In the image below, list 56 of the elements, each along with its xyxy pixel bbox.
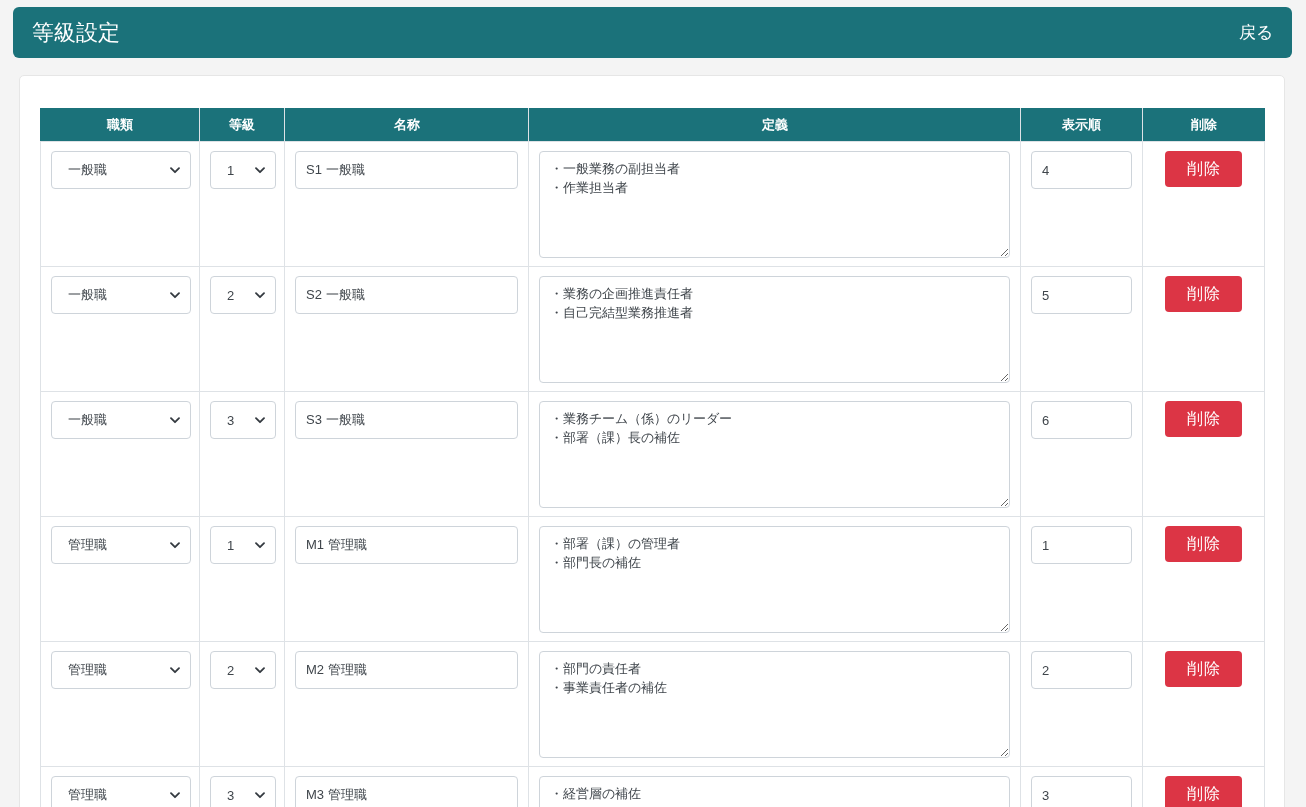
column-header: 削除 — [1142, 108, 1265, 142]
name-field[interactable]: M1 管理職 — [295, 526, 518, 564]
name-field[interactable]: M2 管理職 — [295, 651, 518, 689]
display-order-field[interactable]: 5 — [1031, 276, 1132, 314]
chevron-down-icon — [170, 166, 180, 174]
delete-button[interactable]: 削除 — [1165, 651, 1242, 687]
display-order-field[interactable]: 3 — [1031, 776, 1132, 807]
chevron-down-icon — [255, 791, 265, 799]
chevron-down-icon — [170, 291, 180, 299]
chevron-down-icon — [170, 791, 180, 799]
grade-select[interactable]: 3 — [210, 401, 276, 439]
definition-field[interactable]: ・部署（課）の管理者 ・部門長の補佐 — [539, 526, 1010, 633]
name-field[interactable]: S1 一般職 — [295, 151, 518, 189]
job-type-select[interactable]: 一般職 — [51, 151, 191, 189]
display-order-field[interactable]: 1 — [1031, 526, 1132, 564]
grade-select[interactable]: 2 — [210, 651, 276, 689]
column-header: 定義 — [528, 108, 1021, 142]
name-field[interactable]: M3 管理職 — [295, 776, 518, 807]
chevron-down-icon — [255, 291, 265, 299]
job-type-select[interactable]: 管理職 — [51, 776, 191, 807]
chevron-down-icon — [170, 666, 180, 674]
delete-button[interactable]: 削除 — [1165, 276, 1242, 312]
display-order-field[interactable]: 4 — [1031, 151, 1132, 189]
definition-field[interactable]: ・経営層の補佐 — [539, 776, 1010, 807]
definition-field[interactable]: ・業務の企画推進責任者 ・自己完結型業務推進者 — [539, 276, 1010, 383]
job-type-select[interactable]: 管理職 — [51, 526, 191, 564]
grade-select[interactable]: 1 — [210, 526, 276, 564]
chevron-down-icon — [255, 541, 265, 549]
chevron-down-icon — [255, 166, 265, 174]
column-header: 表示順 — [1020, 108, 1143, 142]
chevron-down-icon — [255, 416, 265, 424]
job-type-select[interactable]: 一般職 — [51, 401, 191, 439]
delete-button[interactable]: 削除 — [1165, 401, 1242, 437]
definition-field[interactable]: ・業務チーム（係）のリーダー ・部署（課）長の補佐 — [539, 401, 1010, 508]
delete-button[interactable]: 削除 — [1165, 526, 1242, 562]
display-order-field[interactable]: 6 — [1031, 401, 1132, 439]
chevron-down-icon — [255, 666, 265, 674]
delete-button[interactable]: 削除 — [1165, 151, 1242, 187]
column-header: 名称 — [284, 108, 529, 142]
grade-select[interactable]: 1 — [210, 151, 276, 189]
page-title: 等級設定 — [32, 18, 120, 47]
job-type-select[interactable]: 一般職 — [51, 276, 191, 314]
definition-field[interactable]: ・一般業務の副担当者 ・作業担当者 — [539, 151, 1010, 258]
job-type-select[interactable]: 管理職 — [51, 651, 191, 689]
delete-button[interactable]: 削除 — [1165, 776, 1242, 807]
name-field[interactable]: S3 一般職 — [295, 401, 518, 439]
display-order-field[interactable]: 2 — [1031, 651, 1132, 689]
grade-select[interactable]: 3 — [210, 776, 276, 807]
chevron-down-icon — [170, 416, 180, 424]
back-link[interactable]: 戻る — [1239, 21, 1273, 44]
grade-select[interactable]: 2 — [210, 276, 276, 314]
column-header: 職類 — [40, 108, 200, 142]
column-header: 等級 — [199, 108, 285, 142]
name-field[interactable]: S2 一般職 — [295, 276, 518, 314]
chevron-down-icon — [170, 541, 180, 549]
definition-field[interactable]: ・部門の責任者 ・事業責任者の補佐 — [539, 651, 1010, 758]
